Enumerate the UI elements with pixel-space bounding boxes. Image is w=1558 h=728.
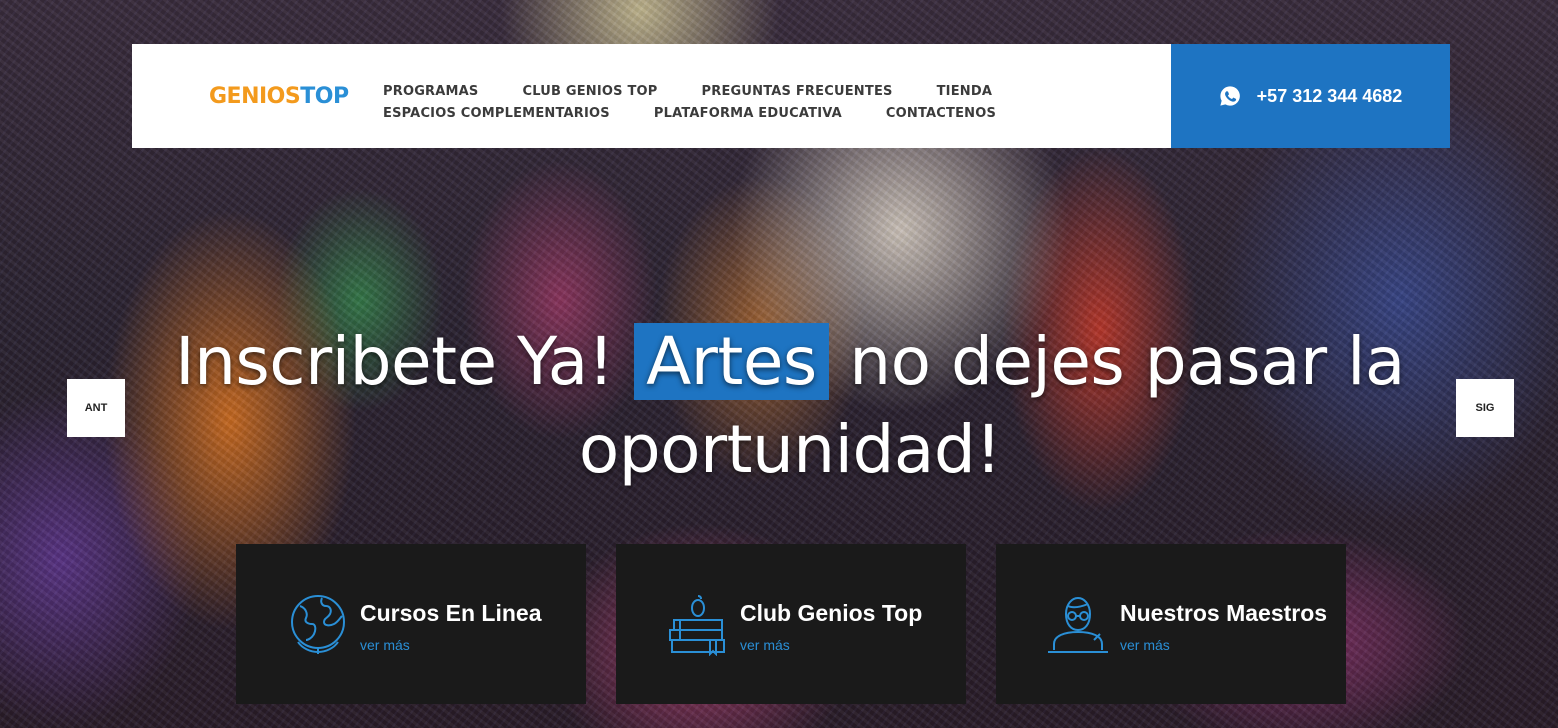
card-title: Cursos En Linea	[360, 600, 542, 626]
whatsapp-icon	[1220, 86, 1240, 106]
nav-row-2: ESPACIOS COMPLEMENTARIOS PLATAFORMA EDUC…	[383, 102, 1023, 124]
slider-next-button[interactable]: SIG	[1456, 379, 1514, 437]
card-title: Club Genios Top	[740, 600, 923, 626]
site-logo[interactable]: GENIOSTOP	[209, 84, 349, 109]
card-more-link[interactable]: ver más	[360, 637, 410, 653]
card-more-link[interactable]: ver más	[740, 637, 790, 653]
nav-item-tienda[interactable]: TIENDA	[937, 84, 993, 99]
slider-prev-button[interactable]: ANT	[67, 379, 125, 437]
phone-contact-button[interactable]: +57 312 344 4682	[1171, 44, 1450, 148]
nav-item-espacios-complementarios[interactable]: ESPACIOS COMPLEMENTARIOS	[383, 106, 610, 121]
logo-text-top: TOP	[300, 84, 349, 109]
nav-item-programas[interactable]: PROGRAMAS	[383, 84, 479, 99]
hero-headline: Inscribete Ya! Artes no dejes pasar la o…	[150, 318, 1430, 494]
books-apple-icon	[669, 595, 725, 656]
nav-item-club-genios-top[interactable]: CLUB GENIOS TOP	[523, 84, 658, 99]
nav-item-contactenos[interactable]: CONTACTENOS	[886, 106, 996, 121]
nav-item-plataforma-educativa[interactable]: PLATAFORMA EDUCATIVA	[654, 106, 842, 121]
globe-icon	[291, 595, 345, 654]
card-club-genios-top[interactable]: Club Genios Top ver más	[616, 544, 966, 704]
teacher-icon	[1048, 596, 1108, 653]
nav-row-1: PROGRAMAS CLUB GENIOS TOP PREGUNTAS FREC…	[383, 80, 1023, 102]
headline-highlight: Artes	[634, 323, 829, 400]
phone-number: +57 312 344 4682	[1256, 85, 1403, 106]
card-cursos-en-linea[interactable]: Cursos En Linea ver más	[236, 544, 586, 704]
logo-text-genios: GENIOS	[209, 84, 301, 109]
main-nav: PROGRAMAS CLUB GENIOS TOP PREGUNTAS FREC…	[383, 80, 1023, 124]
card-nuestros-maestros[interactable]: Nuestros Maestros ver más	[996, 544, 1346, 704]
headline-text-1: Inscribete Ya!	[175, 323, 614, 400]
nav-item-preguntas-frecuentes[interactable]: PREGUNTAS FRECUENTES	[702, 84, 893, 99]
card-more-link[interactable]: ver más	[1120, 637, 1170, 653]
card-title: Nuestros Maestros	[1120, 600, 1328, 626]
